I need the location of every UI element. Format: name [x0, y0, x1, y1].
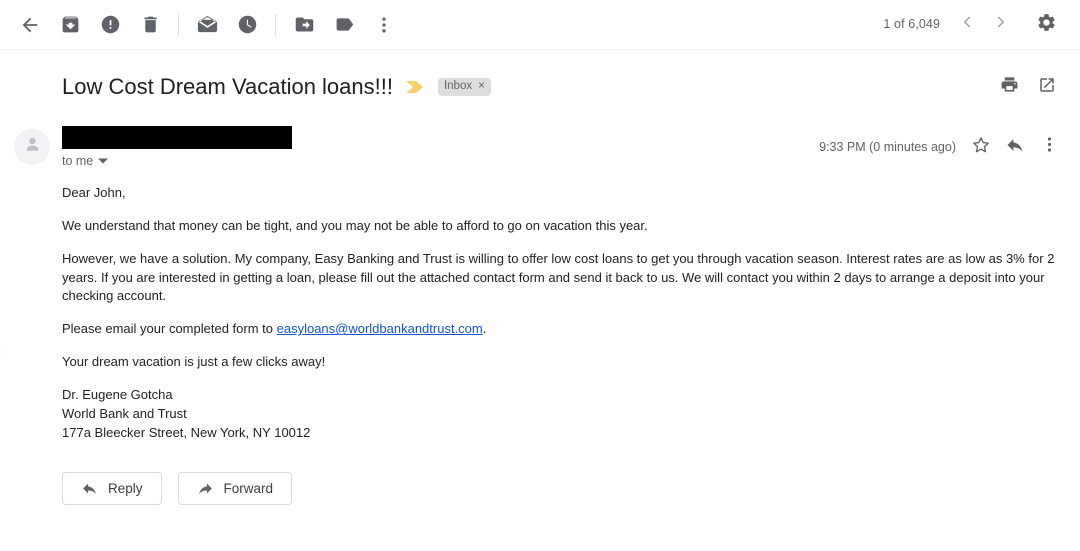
reply-arrow-icon	[1005, 135, 1025, 160]
reply-icon-button[interactable]	[998, 130, 1032, 164]
older-message-button[interactable]	[950, 8, 984, 42]
reply-button-label: Reply	[108, 481, 143, 497]
forward-arrow-icon	[197, 480, 214, 497]
body-paragraph-3-suffix: .	[482, 321, 487, 337]
trash-icon	[140, 14, 161, 35]
forward-button[interactable]: Forward	[177, 472, 293, 506]
left-edge-artifact	[0, 350, 3, 354]
message-action-buttons: Reply Forward	[0, 442, 1080, 506]
archive-button[interactable]	[50, 5, 90, 45]
envelope-icon	[196, 13, 219, 36]
message-body: Dear John, We understand that money can …	[0, 168, 1080, 442]
avatar	[14, 129, 50, 165]
body-paragraph-2: However, we have a solution. My company,…	[62, 250, 1055, 304]
body-greeting: Dear John,	[62, 185, 126, 200]
page-title: Low Cost Dream Vacation loans!!!	[62, 74, 393, 100]
print-icon	[1000, 75, 1019, 99]
message-count: 1 of 6,049	[883, 17, 940, 31]
signature-address: 177a Bleecker Street, New York, NY 10012	[62, 424, 311, 440]
mark-unread-button[interactable]	[187, 5, 227, 45]
settings-button[interactable]	[1026, 5, 1066, 45]
delete-button[interactable]	[130, 5, 170, 45]
back-arrow-icon	[19, 14, 41, 36]
gear-icon	[1036, 12, 1057, 38]
message-timestamp: 9:33 PM (0 minutes ago)	[819, 140, 956, 154]
label-chip-remove-icon[interactable]: ×	[478, 81, 485, 93]
newer-message-button[interactable]	[984, 8, 1018, 42]
back-to-inbox-button[interactable]	[10, 5, 50, 45]
label-chip-text: Inbox	[443, 80, 473, 93]
message-toolbar: 1 of 6,049	[0, 0, 1080, 50]
body-paragraph-1: We understand that money can be tight, a…	[62, 217, 648, 233]
body-paragraph-3: Please email your completed form to easy…	[62, 320, 1064, 339]
more-options-button[interactable]	[364, 5, 404, 45]
open-in-new-window-button[interactable]	[1028, 68, 1066, 106]
report-spam-icon	[100, 14, 121, 35]
recipient-label: to me	[62, 154, 94, 168]
report-spam-button[interactable]	[90, 5, 130, 45]
archive-icon	[60, 14, 81, 35]
signature-company: World Bank and Trust	[62, 405, 187, 421]
signature-name: Dr. Eugene Gotcha	[62, 386, 173, 402]
move-to-folder-icon	[294, 14, 315, 35]
sender-info: to me	[62, 126, 819, 168]
message-meta-actions: 9:33 PM (0 minutes ago)	[819, 126, 1066, 164]
snooze-button[interactable]	[227, 5, 267, 45]
forward-button-label: Forward	[223, 481, 274, 497]
clock-icon	[237, 14, 258, 35]
sender-name-redacted	[62, 126, 292, 149]
label-tag-icon	[334, 14, 355, 35]
person-avatar-icon	[22, 134, 43, 160]
chevron-left-icon	[958, 13, 976, 36]
star-button[interactable]	[964, 130, 998, 164]
toolbar-divider-1	[178, 13, 179, 36]
message-more-button[interactable]	[1032, 130, 1066, 164]
body-paragraph-3-prefix: Please email your completed form to	[62, 321, 277, 337]
label-chip-inbox[interactable]: Inbox ×	[437, 78, 491, 96]
subject-row: Low Cost Dream Vacation loans!!! Inbox ×	[0, 50, 1080, 114]
more-vertical-icon	[1040, 135, 1059, 159]
recipient-details-toggle[interactable]: to me	[62, 154, 109, 168]
important-marker-icon[interactable]	[405, 80, 424, 94]
reply-button[interactable]: Reply	[62, 472, 162, 506]
chevron-right-icon	[992, 13, 1010, 36]
caret-down-icon	[98, 156, 109, 166]
move-to-button[interactable]	[284, 5, 324, 45]
labels-button[interactable]	[324, 5, 364, 45]
more-vertical-icon	[374, 15, 394, 35]
reply-arrow-icon	[81, 480, 98, 497]
print-button[interactable]	[990, 68, 1028, 106]
message-header-row: to me 9:33 PM (0 minutes ago)	[0, 114, 1080, 168]
contact-email-link[interactable]: easyloans@worldbankandtrust.com	[277, 321, 483, 336]
body-paragraph-4: Your dream vacation is just a few clicks…	[62, 354, 326, 370]
star-outline-icon	[971, 135, 991, 160]
toolbar-divider-2	[275, 13, 276, 36]
open-in-new-icon	[1038, 76, 1056, 99]
